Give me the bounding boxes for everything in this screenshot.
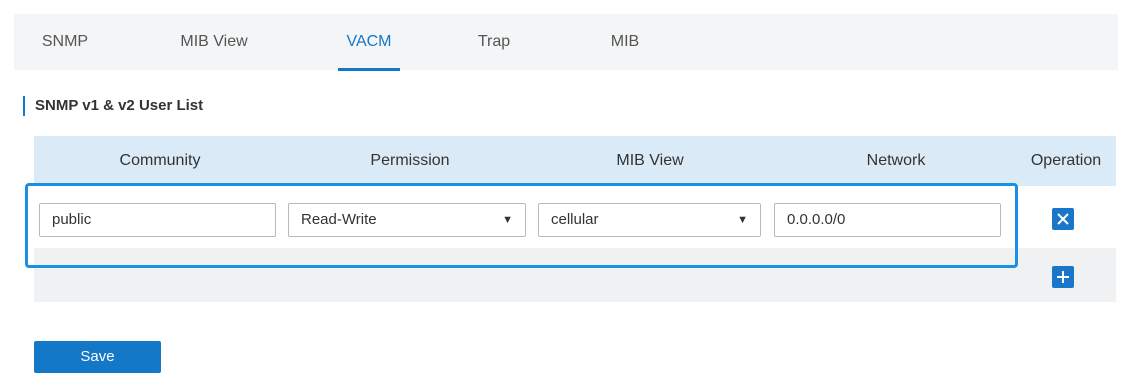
column-header-network: Network [866, 152, 926, 169]
table-header: Community Permission MIB View Network Op… [34, 136, 1116, 186]
column-header-mib-view: MIB View [616, 152, 684, 169]
permission-value: Read-Write [301, 211, 377, 228]
section-title: SNMP v1 & v2 User List [23, 96, 203, 116]
delete-row-button[interactable] [1052, 208, 1074, 230]
triangle-down-icon: ▼ [737, 214, 748, 226]
tab-mib-view[interactable]: MIB View [174, 14, 254, 70]
mib-view-select[interactable]: cellular ▼ [538, 203, 761, 237]
mib-view-value: cellular [551, 211, 599, 228]
network-input[interactable]: 0.0.0.0/0 [774, 203, 1001, 237]
tab-bar: SNMP MIB View VACM Trap MIB [14, 14, 1118, 70]
active-tab-indicator [338, 68, 400, 71]
column-header-operation: Operation [1030, 152, 1102, 169]
tab-snmp[interactable]: SNMP [40, 14, 90, 70]
tab-vacm[interactable]: VACM [338, 14, 400, 70]
community-input[interactable]: public [39, 203, 276, 237]
add-row-button[interactable] [1052, 266, 1074, 288]
tab-trap[interactable]: Trap [469, 14, 519, 70]
plus-icon [1057, 271, 1069, 283]
triangle-down-icon: ▼ [502, 214, 513, 226]
tab-mib[interactable]: MIB [600, 14, 650, 70]
column-header-community: Community [119, 152, 201, 169]
column-header-permission: Permission [370, 152, 450, 169]
close-icon [1057, 213, 1069, 225]
save-button[interactable]: Save [34, 341, 161, 373]
permission-select[interactable]: Read-Write ▼ [288, 203, 526, 237]
